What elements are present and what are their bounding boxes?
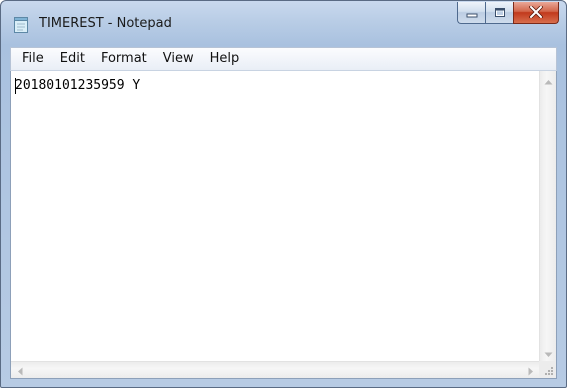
minimize-icon [466, 3, 478, 22]
scroll-down-arrow-icon [544, 343, 553, 362]
scroll-left-button[interactable] [11, 362, 28, 379]
horizontal-scrollbar[interactable] [11, 361, 539, 378]
text-editor[interactable]: 20180101235959 Y [11, 71, 539, 361]
window-title: TIMEREST - Notepad [39, 16, 172, 31]
scroll-right-button[interactable] [522, 362, 539, 379]
scroll-down-button[interactable] [540, 344, 557, 361]
menu-bar: File Edit Format View Help [10, 47, 557, 71]
notepad-icon[interactable] [13, 15, 30, 34]
close-icon [529, 3, 543, 22]
menu-format[interactable]: Format [93, 48, 155, 70]
resize-grip-icon [539, 363, 556, 382]
menu-file[interactable]: File [14, 48, 52, 70]
title-bar[interactable]: TIMEREST - Notepad [1, 1, 566, 45]
close-button[interactable] [513, 2, 559, 24]
maximize-button[interactable] [485, 2, 513, 24]
scroll-up-arrow-icon [544, 70, 553, 89]
menu-help[interactable]: Help [202, 48, 248, 70]
notepad-window: TIMEREST - Notepad File Edit Format View… [0, 0, 567, 388]
maximize-icon [494, 3, 506, 22]
minimize-button[interactable] [457, 2, 485, 24]
menu-view[interactable]: View [155, 48, 202, 70]
scroll-right-arrow-icon [528, 361, 534, 380]
scroll-left-arrow-icon [17, 361, 23, 380]
editor-area: 20180101235959 Y [10, 71, 557, 379]
resize-grip[interactable] [539, 361, 556, 378]
window-controls [457, 2, 559, 24]
vertical-scrollbar[interactable] [539, 71, 556, 361]
scroll-up-button[interactable] [540, 71, 557, 88]
text-caret [15, 78, 16, 94]
menu-edit[interactable]: Edit [52, 48, 93, 70]
